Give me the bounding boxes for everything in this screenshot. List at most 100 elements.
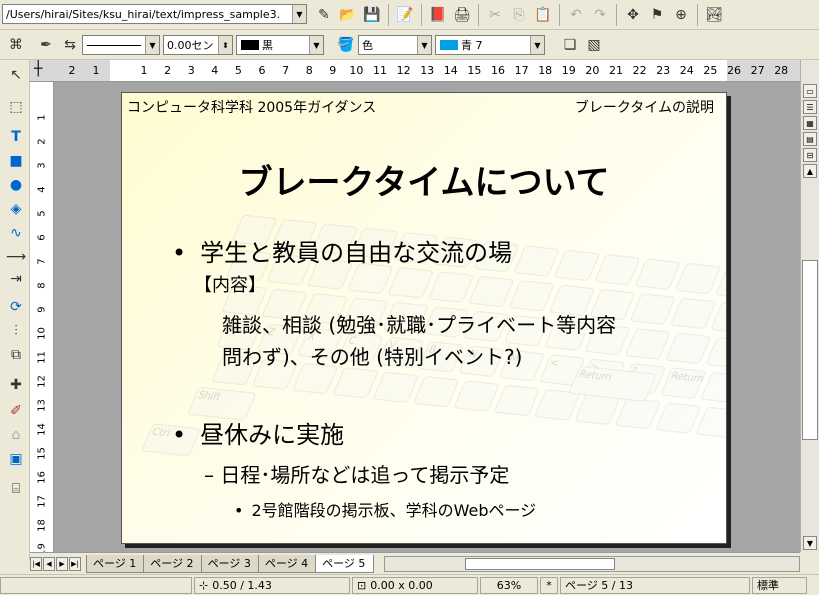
body-line: 雑談、相談 (勉強･就職･プライベート等内容 bbox=[222, 313, 617, 337]
points-edit-icon[interactable]: ⌘ bbox=[5, 34, 27, 56]
slide-view-icon[interactable]: ▦ bbox=[803, 116, 817, 130]
print-icon[interactable]: 🖨 bbox=[451, 4, 473, 26]
horizontal-ruler[interactable]: ┼ 2 1 1 2 3 4 5 6 7 8 9 10 11 12 13 14 15 16 17 18 19 20 21 22 2… bbox=[30, 60, 800, 82]
edit-file-icon[interactable]: ✎ bbox=[313, 4, 335, 26]
slide-show-icon[interactable]: ⌸ bbox=[5, 478, 27, 500]
chevron-down-icon[interactable]: ▼ bbox=[145, 36, 159, 54]
curve-icon[interactable]: ∿ bbox=[5, 222, 27, 244]
ruler-tick: 2 bbox=[36, 138, 48, 145]
shadow-icon[interactable]: ❏ bbox=[559, 34, 581, 56]
line-width-field[interactable]: 0.00セン ⬍ bbox=[163, 35, 233, 55]
sub-sub-bullet[interactable]: • 2号館階段の掲示板、学科のWebページ bbox=[234, 497, 536, 521]
connector-icon[interactable]: ⇥ bbox=[5, 268, 27, 290]
keyboard-key bbox=[614, 397, 662, 430]
chevron-down-icon[interactable]: ▼ bbox=[530, 36, 544, 54]
align-icon[interactable]: ⫶ bbox=[5, 320, 27, 342]
open-folder-icon[interactable]: 📂 bbox=[337, 4, 359, 26]
bullet-item[interactable]: • 昼休みに実施 bbox=[172, 415, 344, 450]
copy-icon[interactable]: ⎘ bbox=[508, 4, 530, 26]
url-combo[interactable]: /Users/hirai/Sites/ksu_hirai/text/impres… bbox=[2, 4, 307, 24]
handout-view-icon[interactable]: ⊟ bbox=[803, 148, 817, 162]
vertical-scrollbar[interactable]: ▭ ☰ ▦ ▤ ⊟ ▲ ▼ bbox=[800, 60, 819, 552]
chevron-down-icon[interactable]: ▼ bbox=[292, 5, 306, 23]
horizontal-scrollbar[interactable] bbox=[384, 555, 800, 572]
rectangle-icon[interactable]: ■ bbox=[5, 150, 27, 172]
tab-page-3[interactable]: ページ 3 bbox=[200, 554, 260, 573]
sub-heading[interactable]: 【内容】 bbox=[194, 271, 266, 297]
stylist-icon[interactable]: ⚑ bbox=[646, 4, 668, 26]
cut-icon[interactable]: ✂ bbox=[484, 4, 506, 26]
ruler-tick: 23 bbox=[656, 64, 671, 77]
paste-icon[interactable]: 📋 bbox=[532, 4, 554, 26]
last-page-icon[interactable]: ▶| bbox=[69, 556, 81, 571]
effects-icon[interactable]: ✐ bbox=[5, 400, 27, 422]
slide-header-left[interactable]: コンピュータ科学科 2005年ガイダンス bbox=[127, 97, 376, 117]
line-style-icon[interactable]: ✒ bbox=[35, 34, 57, 56]
drawing-view-icon[interactable]: ▭ bbox=[803, 84, 817, 98]
image-icon[interactable]: 🏞 bbox=[703, 4, 725, 26]
text-icon[interactable]: T bbox=[5, 126, 27, 148]
next-page-icon[interactable]: ▶ bbox=[56, 556, 68, 571]
slide-title[interactable]: ブレークタイムについて bbox=[122, 155, 726, 204]
prev-page-icon[interactable]: ◀ bbox=[43, 556, 55, 571]
scroll-thumb[interactable] bbox=[802, 260, 818, 440]
area-icon[interactable]: ▧ bbox=[583, 34, 605, 56]
status-zoom[interactable]: 63% bbox=[480, 576, 538, 594]
gallery-icon[interactable]: ⊕ bbox=[670, 4, 692, 26]
3d-controller-icon[interactable]: ▣ bbox=[5, 448, 27, 470]
first-page-icon[interactable]: |◀ bbox=[30, 556, 42, 571]
line-color-combo[interactable]: 黒 ▼ bbox=[236, 35, 324, 55]
chevron-down-icon[interactable]: ▼ bbox=[309, 36, 323, 54]
slide-canvas[interactable]: ShiftZXCVBNM<>?ReturnReturnShiftCtrl コンピ… bbox=[54, 82, 800, 552]
interaction-icon[interactable]: ⌂ bbox=[5, 424, 27, 446]
position-icon: ⊹ bbox=[199, 578, 209, 592]
rotate-icon[interactable]: ⟳ bbox=[5, 296, 27, 318]
tab-page-2[interactable]: ページ 2 bbox=[143, 554, 203, 573]
redo-icon[interactable]: ↷ bbox=[589, 4, 611, 26]
notes-view-icon[interactable]: ▤ bbox=[803, 132, 817, 146]
fill-bucket-icon[interactable]: 🪣 bbox=[335, 34, 357, 56]
save-icon[interactable]: 💾 bbox=[361, 4, 383, 26]
undo-icon[interactable]: ↶ bbox=[565, 4, 587, 26]
scroll-down-icon[interactable]: ▼ bbox=[803, 536, 817, 550]
insert-icon[interactable]: ✚ bbox=[5, 374, 27, 396]
sub-bullet[interactable]: – 日程･場所などは追って掲示予定 bbox=[204, 459, 509, 488]
ellipse-icon[interactable]: ● bbox=[5, 174, 27, 196]
chevron-down-icon[interactable]: ▼ bbox=[417, 36, 431, 54]
3d-object-icon[interactable]: ◈ bbox=[5, 198, 27, 220]
slide-header-right[interactable]: ブレークタイムの説明 bbox=[575, 97, 714, 117]
scroll-thumb[interactable] bbox=[465, 557, 616, 570]
select-arrow-icon[interactable]: ↖ bbox=[5, 64, 27, 86]
zoom-icon[interactable]: ⬚ bbox=[5, 96, 27, 118]
export-pdf-icon[interactable]: 📕 bbox=[427, 4, 449, 26]
tab-page-5[interactable]: ページ 5 bbox=[315, 554, 375, 573]
keyboard-key bbox=[629, 293, 676, 325]
ruler-tick: 8 bbox=[305, 64, 313, 77]
tab-page-1[interactable]: ページ 1 bbox=[86, 554, 146, 573]
fill-style-combo[interactable]: 色 ▼ bbox=[358, 35, 432, 55]
tab-stop-icon[interactable]: ┼ bbox=[34, 61, 42, 77]
body-text[interactable]: 雑談、相談 (勉強･就職･プライベート等内容 問わず)、その他 (特別イベント?… bbox=[222, 309, 616, 373]
arrow-style-icon[interactable]: ⇆ bbox=[59, 34, 81, 56]
ruler-tick: 22 bbox=[632, 64, 647, 77]
arrange-icon[interactable]: ⧉ bbox=[5, 344, 27, 366]
status-blank bbox=[0, 576, 192, 594]
ruler-tick: 5 bbox=[36, 210, 48, 217]
fill-color-swatch bbox=[440, 40, 458, 50]
outline-view-icon[interactable]: ☰ bbox=[803, 100, 817, 114]
spin-icon[interactable]: ⬍ bbox=[218, 36, 232, 54]
vertical-ruler[interactable]: 1 2 3 4 5 6 7 8 9 10 11 12 13 14 15 16 17 18 19 bbox=[30, 82, 54, 552]
bullet-text: 2号館階段の掲示板、学科のWebページ bbox=[251, 501, 537, 520]
fill-color-combo[interactable]: 青 7 ▼ bbox=[435, 35, 545, 55]
ruler-tick: 14 bbox=[36, 423, 48, 436]
bullet-item[interactable]: • 学生と教員の自由な交流の場 bbox=[172, 233, 512, 268]
keyboard-key bbox=[387, 266, 434, 299]
edit-mode-icon[interactable]: 📝 bbox=[394, 4, 416, 26]
toolbar-separator bbox=[388, 4, 389, 26]
line-style-combo[interactable]: ▼ bbox=[82, 35, 160, 55]
tab-page-4[interactable]: ページ 4 bbox=[257, 554, 318, 573]
navigator-icon[interactable]: ✥ bbox=[622, 4, 644, 26]
line-icon[interactable]: ⟶ bbox=[5, 246, 27, 268]
slide[interactable]: ShiftZXCVBNM<>?ReturnReturnShiftCtrl コンピ… bbox=[121, 92, 727, 544]
scroll-up-icon[interactable]: ▲ bbox=[803, 164, 817, 178]
